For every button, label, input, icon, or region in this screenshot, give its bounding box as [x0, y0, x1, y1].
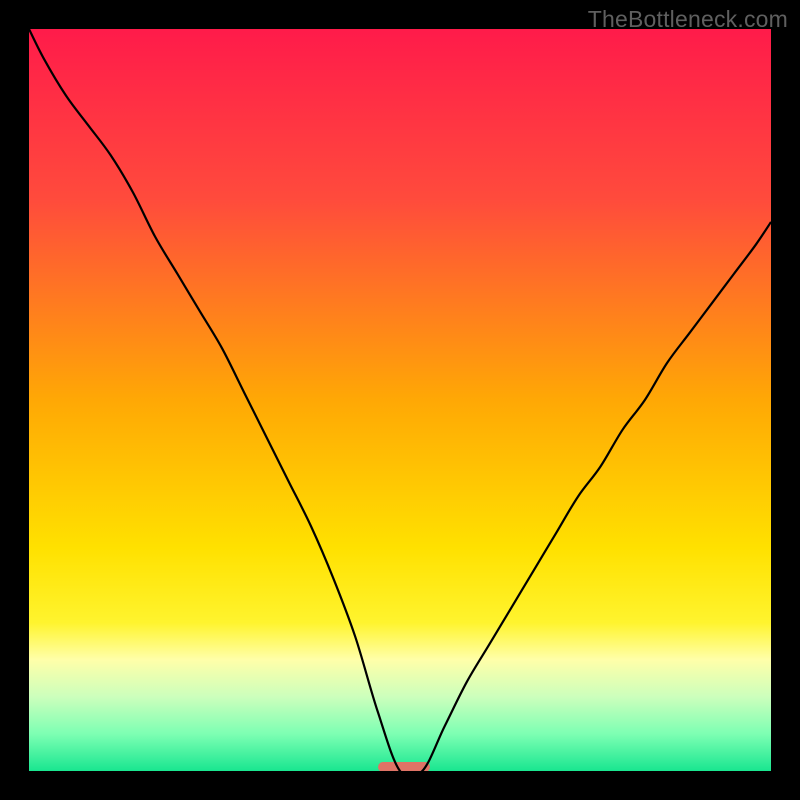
- bottleneck-curve: [29, 29, 771, 771]
- watermark-text: TheBottleneck.com: [588, 6, 788, 33]
- chart-frame: TheBottleneck.com: [0, 0, 800, 800]
- plot-area: [29, 29, 771, 771]
